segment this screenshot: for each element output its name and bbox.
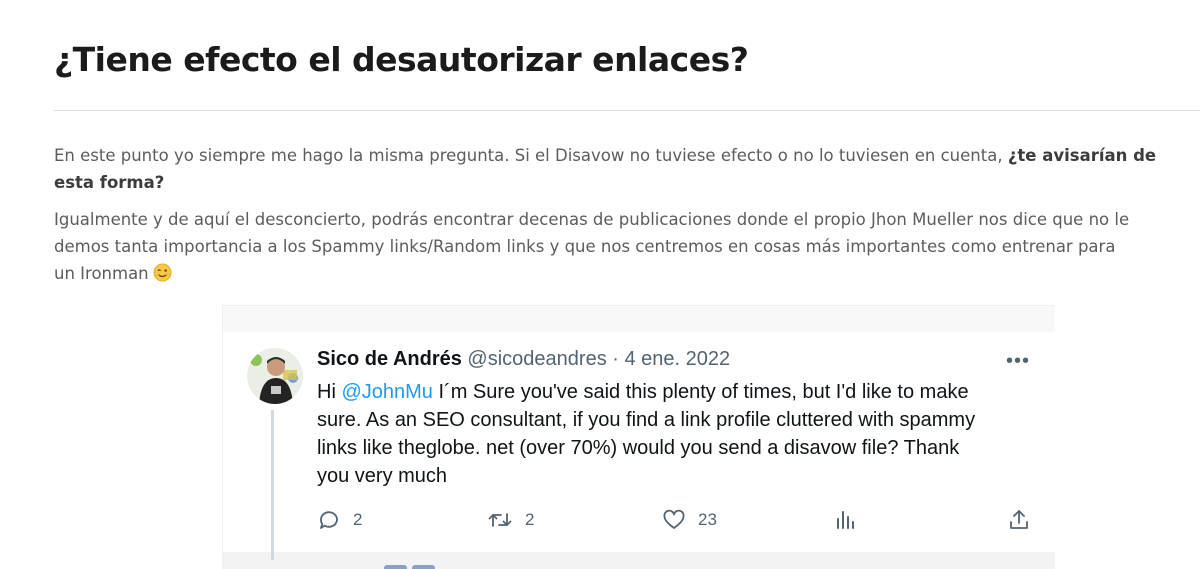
article-paragraph-1: En este punto yo siempre me hago la mism…	[54, 142, 1200, 196]
tweet-date[interactable]: 4 ene. 2022	[625, 348, 731, 370]
retweet-count: 2	[525, 510, 535, 529]
tweet-action-bar: 2 2 23	[317, 508, 1037, 532]
retweet-icon	[487, 508, 513, 532]
paragraph-1-bold-question: ¿te avisarían de	[1007, 146, 1157, 165]
mention-link[interactable]: @JohnMu	[341, 381, 432, 403]
tweet-greeting: Hi	[317, 381, 342, 403]
article-heading: ¿Tiene efecto el desautorizar enlaces?	[54, 40, 749, 79]
paragraph-2-line-1: Igualmente y de aquí el desconcierto, po…	[54, 210, 1130, 229]
tweet-text: Hi @JohnMu I´m Sure you've said this ple…	[317, 378, 1037, 490]
tweet-line-3: links like theglobe. net (over 70%) woul…	[317, 437, 960, 459]
author-avatar[interactable]	[247, 348, 303, 404]
retweet-button[interactable]: 2	[487, 508, 534, 532]
tweet-next-reply-strip	[223, 552, 1055, 569]
tweet-line-4: you very much	[317, 465, 448, 487]
paragraph-2-line-3: un Ironman	[54, 264, 149, 283]
like-button[interactable]: 23	[662, 508, 717, 532]
header-separator: ·	[612, 348, 619, 370]
article-paragraph-2: Igualmente y de aquí el desconcierto, po…	[54, 206, 1200, 290]
author-handle[interactable]: @sicodeandres	[467, 348, 606, 370]
share-button[interactable]	[1007, 508, 1031, 532]
tweet-line-2: sure. As an SEO consultant, if you find …	[317, 409, 976, 431]
paragraph-1-text: En este punto yo siempre me hago la mism…	[54, 146, 1008, 165]
share-icon	[1007, 508, 1031, 532]
more-options-icon[interactable]: •••	[1006, 350, 1030, 373]
reply-count: 2	[353, 510, 363, 529]
thread-connector-line	[271, 410, 274, 560]
heading-divider	[54, 110, 1200, 111]
reply-icon	[317, 508, 341, 532]
winking-face-emoji-icon	[153, 263, 172, 290]
paragraph-1-bold-question-end: esta forma?	[54, 173, 165, 192]
reply-button[interactable]: 2	[317, 508, 362, 532]
tweet-line-1: I´m Sure you've said this plenty of time…	[432, 381, 969, 403]
paragraph-2-line-2: demos tanta importancia a los Spammy lin…	[54, 237, 1116, 256]
author-name[interactable]: Sico de Andrés	[317, 348, 462, 370]
tweet-header: Sico de Andrés @sicodeandres · 4 ene. 20…	[317, 348, 730, 371]
views-icon	[834, 508, 858, 532]
like-count: 23	[698, 510, 717, 529]
next-content-peek	[384, 565, 436, 569]
heart-icon	[662, 508, 686, 532]
embedded-tweet[interactable]: Sico de Andrés @sicodeandres · 4 ene. 20…	[222, 305, 1055, 569]
views-button[interactable]	[834, 508, 858, 532]
